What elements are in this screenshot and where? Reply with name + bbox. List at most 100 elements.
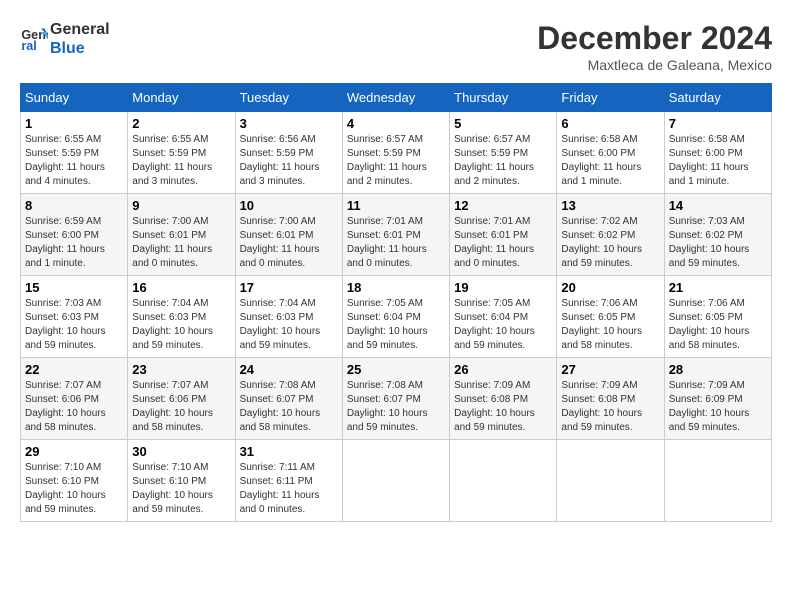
calendar-day-23: 23Sunrise: 7:07 AM Sunset: 6:06 PM Dayli… bbox=[128, 358, 235, 440]
calendar-day-16: 16 Sunrise: 7:04 AM Sunset: 6:03 PM Dayli… bbox=[128, 276, 235, 358]
weekday-header-row: SundayMondayTuesdayWednesdayThursdayFrid… bbox=[21, 84, 772, 112]
day-number: 29 bbox=[25, 444, 123, 459]
day-info: Sunrise: 7:03 AM Sunset: 6:03 PM Dayligh… bbox=[25, 297, 123, 353]
day-info: Sunrise: 6:57 AM Sunset: 5:59 PM Dayligh… bbox=[454, 133, 552, 189]
day-number: 4 bbox=[347, 116, 445, 131]
day-number: 26 bbox=[454, 362, 552, 377]
weekday-header-wednesday: Wednesday bbox=[342, 84, 449, 112]
logo-general: General bbox=[50, 21, 110, 38]
day-info: Sunrise: 7:10 AM Sunset: 6:10 PM Dayligh… bbox=[25, 461, 123, 517]
calendar-day-13: 13Sunrise: 7:02 AM Sunset: 6:02 PM Dayli… bbox=[557, 194, 664, 276]
day-info: Sunrise: 7:01 AM Sunset: 6:01 PM Dayligh… bbox=[454, 215, 552, 271]
day-number: 16 bbox=[132, 280, 230, 295]
calendar-day-4: 4Sunrise: 6:57 AM Sunset: 5:59 PM Daylig… bbox=[342, 112, 449, 194]
day-info: Sunrise: 6:55 AM Sunset: 5:59 PM Dayligh… bbox=[132, 133, 230, 189]
day-info: Sunrise: 7:05 AM Sunset: 6:04 PM Dayligh… bbox=[454, 297, 552, 353]
weekday-header-sunday: Sunday bbox=[21, 84, 128, 112]
calendar-week-3: 15 Sunrise: 7:03 AM Sunset: 6:03 PM Dayli… bbox=[21, 276, 772, 358]
day-number: 18 bbox=[347, 280, 445, 295]
calendar-day-18: 18 Sunrise: 7:05 AM Sunset: 6:04 PM Dayli… bbox=[342, 276, 449, 358]
day-info: Sunrise: 7:08 AM Sunset: 6:07 PM Dayligh… bbox=[240, 379, 338, 435]
day-info: Sunrise: 7:09 AM Sunset: 6:08 PM Dayligh… bbox=[561, 379, 659, 435]
month-title: December 2024 bbox=[537, 20, 772, 57]
day-info: Sunrise: 7:04 AM Sunset: 6:03 PM Dayligh… bbox=[240, 297, 338, 353]
svg-text:ral: ral bbox=[21, 39, 36, 53]
calendar-week-5: 29 Sunrise: 7:10 AM Sunset: 6:10 PM Dayli… bbox=[21, 440, 772, 522]
calendar-day-12: 12 Sunrise: 7:01 AM Sunset: 6:01 PM Dayli… bbox=[450, 194, 557, 276]
calendar-day-24: 24Sunrise: 7:08 AM Sunset: 6:07 PM Dayli… bbox=[235, 358, 342, 440]
calendar-day-20: 20 Sunrise: 7:06 AM Sunset: 6:05 PM Dayli… bbox=[557, 276, 664, 358]
day-info: Sunrise: 7:03 AM Sunset: 6:02 PM Dayligh… bbox=[669, 215, 767, 271]
calendar-day-2: 2Sunrise: 6:55 AM Sunset: 5:59 PM Daylig… bbox=[128, 112, 235, 194]
day-number: 30 bbox=[132, 444, 230, 459]
day-number: 20 bbox=[561, 280, 659, 295]
calendar-day-26: 26Sunrise: 7:09 AM Sunset: 6:08 PM Dayli… bbox=[450, 358, 557, 440]
weekday-header-saturday: Saturday bbox=[664, 84, 771, 112]
day-number: 7 bbox=[669, 116, 767, 131]
calendar-week-1: 1 Sunrise: 6:55 AM Sunset: 5:59 PM Daylig… bbox=[21, 112, 772, 194]
day-number: 15 bbox=[25, 280, 123, 295]
calendar-day-31: 31Sunrise: 7:11 AM Sunset: 6:11 PM Dayli… bbox=[235, 440, 342, 522]
calendar-day-22: 22Sunrise: 7:07 AM Sunset: 6:06 PM Dayli… bbox=[21, 358, 128, 440]
day-number: 28 bbox=[669, 362, 767, 377]
day-info: Sunrise: 7:06 AM Sunset: 6:05 PM Dayligh… bbox=[561, 297, 659, 353]
day-number: 12 bbox=[454, 198, 552, 213]
calendar-week-4: 22Sunrise: 7:07 AM Sunset: 6:06 PM Dayli… bbox=[21, 358, 772, 440]
day-number: 5 bbox=[454, 116, 552, 131]
day-info: Sunrise: 7:04 AM Sunset: 6:03 PM Dayligh… bbox=[132, 297, 230, 353]
day-number: 27 bbox=[561, 362, 659, 377]
calendar-day-8: 8 Sunrise: 6:59 AM Sunset: 6:00 PM Daylig… bbox=[21, 194, 128, 276]
day-info: Sunrise: 7:00 AM Sunset: 6:01 PM Dayligh… bbox=[240, 215, 338, 271]
day-info: Sunrise: 6:58 AM Sunset: 6:00 PM Dayligh… bbox=[669, 133, 767, 189]
weekday-header-thursday: Thursday bbox=[450, 84, 557, 112]
calendar-day-11: 11Sunrise: 7:01 AM Sunset: 6:01 PM Dayli… bbox=[342, 194, 449, 276]
day-number: 17 bbox=[240, 280, 338, 295]
calendar-day-30: 30 Sunrise: 7:10 AM Sunset: 6:10 PM Dayli… bbox=[128, 440, 235, 522]
day-info: Sunrise: 7:07 AM Sunset: 6:06 PM Dayligh… bbox=[25, 379, 123, 435]
calendar-table: SundayMondayTuesdayWednesdayThursdayFrid… bbox=[20, 83, 772, 522]
day-info: Sunrise: 6:58 AM Sunset: 6:00 PM Dayligh… bbox=[561, 133, 659, 189]
day-number: 1 bbox=[25, 116, 123, 131]
logo-icon: Gene ral bbox=[20, 25, 48, 53]
logo: Gene ral General Blue bbox=[20, 20, 110, 58]
weekday-header-monday: Monday bbox=[128, 84, 235, 112]
day-info: Sunrise: 6:56 AM Sunset: 5:59 PM Dayligh… bbox=[240, 133, 338, 189]
weekday-header-friday: Friday bbox=[557, 84, 664, 112]
calendar-day-25: 25Sunrise: 7:08 AM Sunset: 6:07 PM Dayli… bbox=[342, 358, 449, 440]
calendar-day-21: 21 Sunrise: 7:06 AM Sunset: 6:05 PM Dayli… bbox=[664, 276, 771, 358]
day-number: 14 bbox=[669, 198, 767, 213]
calendar-day-7: 7 Sunrise: 6:58 AM Sunset: 6:00 PM Daylig… bbox=[664, 112, 771, 194]
day-number: 3 bbox=[240, 116, 338, 131]
calendar-week-2: 8 Sunrise: 6:59 AM Sunset: 6:00 PM Daylig… bbox=[21, 194, 772, 276]
day-number: 9 bbox=[132, 198, 230, 213]
day-info: Sunrise: 6:59 AM Sunset: 6:00 PM Dayligh… bbox=[25, 215, 123, 271]
day-info: Sunrise: 7:10 AM Sunset: 6:10 PM Dayligh… bbox=[132, 461, 230, 517]
day-info: Sunrise: 7:05 AM Sunset: 6:04 PM Dayligh… bbox=[347, 297, 445, 353]
day-number: 23 bbox=[132, 362, 230, 377]
calendar-day-19: 19 Sunrise: 7:05 AM Sunset: 6:04 PM Dayli… bbox=[450, 276, 557, 358]
day-number: 8 bbox=[25, 198, 123, 213]
calendar-day-17: 17 Sunrise: 7:04 AM Sunset: 6:03 PM Dayli… bbox=[235, 276, 342, 358]
location: Maxtleca de Galeana, Mexico bbox=[537, 57, 772, 73]
day-number: 21 bbox=[669, 280, 767, 295]
calendar-day-1: 1Sunrise: 6:55 AM Sunset: 5:59 PM Daylig… bbox=[21, 112, 128, 194]
calendar-day-10: 10Sunrise: 7:00 AM Sunset: 6:01 PM Dayli… bbox=[235, 194, 342, 276]
day-info: Sunrise: 7:00 AM Sunset: 6:01 PM Dayligh… bbox=[132, 215, 230, 271]
title-area: December 2024 Maxtleca de Galeana, Mexic… bbox=[537, 20, 772, 73]
calendar-day-6: 6Sunrise: 6:58 AM Sunset: 6:00 PM Daylig… bbox=[557, 112, 664, 194]
day-info: Sunrise: 7:06 AM Sunset: 6:05 PM Dayligh… bbox=[669, 297, 767, 353]
empty-cell bbox=[342, 440, 449, 522]
day-info: Sunrise: 7:08 AM Sunset: 6:07 PM Dayligh… bbox=[347, 379, 445, 435]
weekday-header-tuesday: Tuesday bbox=[235, 84, 342, 112]
logo-blue: Blue bbox=[50, 39, 110, 58]
calendar-day-14: 14 Sunrise: 7:03 AM Sunset: 6:02 PM Dayli… bbox=[664, 194, 771, 276]
calendar-day-29: 29 Sunrise: 7:10 AM Sunset: 6:10 PM Dayli… bbox=[21, 440, 128, 522]
day-info: Sunrise: 7:09 AM Sunset: 6:09 PM Dayligh… bbox=[669, 379, 767, 435]
day-number: 19 bbox=[454, 280, 552, 295]
empty-cell bbox=[450, 440, 557, 522]
calendar-day-9: 9 Sunrise: 7:00 AM Sunset: 6:01 PM Daylig… bbox=[128, 194, 235, 276]
calendar-day-3: 3 Sunrise: 6:56 AM Sunset: 5:59 PM Daylig… bbox=[235, 112, 342, 194]
day-info: Sunrise: 7:01 AM Sunset: 6:01 PM Dayligh… bbox=[347, 215, 445, 271]
empty-cell bbox=[557, 440, 664, 522]
empty-cell bbox=[664, 440, 771, 522]
